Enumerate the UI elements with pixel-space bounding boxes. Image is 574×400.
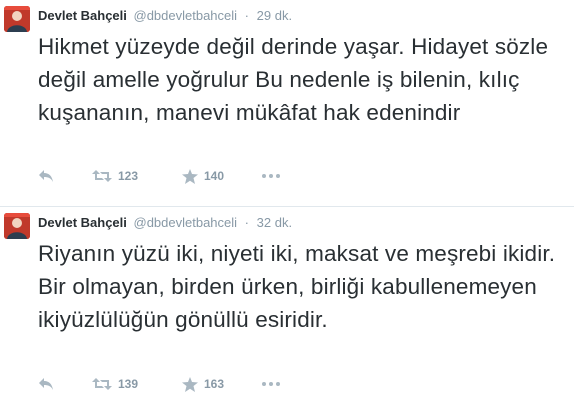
separator: · xyxy=(244,215,250,230)
tweet-header: Devlet Bahçeli @dbdevletbahceli · 32 dk. xyxy=(38,215,292,231)
author-handle[interactable]: @dbdevletbahceli xyxy=(134,8,238,23)
star-icon xyxy=(182,376,198,392)
retweet-icon xyxy=(92,377,112,391)
reply-button[interactable] xyxy=(38,166,54,186)
retweet-count: 123 xyxy=(118,169,139,183)
more-button[interactable] xyxy=(262,374,280,394)
timestamp[interactable]: 32 dk. xyxy=(257,215,292,230)
tweet-text: Riyanın yüzü iki, niyeti iki, maksat ve … xyxy=(38,241,556,332)
reply-icon xyxy=(38,169,54,183)
reply-button[interactable] xyxy=(38,374,54,394)
favorite-count: 140 xyxy=(204,169,225,183)
author-name[interactable]: Devlet Bahçeli xyxy=(38,8,127,23)
more-icon xyxy=(262,174,280,178)
favorite-button[interactable]: 140 xyxy=(182,166,224,186)
separator: · xyxy=(244,8,250,23)
timestamp[interactable]: 29 dk. xyxy=(257,8,292,23)
star-icon xyxy=(182,168,198,184)
tweet-header: Devlet Bahçeli @dbdevletbahceli · 29 dk. xyxy=(38,8,292,24)
reply-icon xyxy=(38,377,54,391)
retweet-icon xyxy=(92,169,112,183)
tweet-text: Hikmet yüzeyde değil derinde yaşar. Hida… xyxy=(38,34,549,125)
retweet-button[interactable]: 139 xyxy=(92,374,138,394)
author-name[interactable]: Devlet Bahçeli xyxy=(38,215,127,230)
more-icon xyxy=(262,382,280,386)
avatar[interactable] xyxy=(4,213,30,239)
favorite-count: 163 xyxy=(204,377,225,391)
more-button[interactable] xyxy=(262,166,280,186)
tweet[interactable]: Devlet Bahçeli @dbdevletbahceli · 32 dk.… xyxy=(0,207,574,400)
author-handle[interactable]: @dbdevletbahceli xyxy=(134,215,238,230)
tweet[interactable]: Devlet Bahçeli @dbdevletbahceli · 29 dk.… xyxy=(0,0,574,207)
retweet-button[interactable]: 123 xyxy=(92,166,138,186)
avatar[interactable] xyxy=(4,6,30,32)
favorite-button[interactable]: 163 xyxy=(182,374,224,394)
tweet-actions: 139 163 xyxy=(38,374,338,394)
tweet-actions: 123 140 xyxy=(38,166,338,186)
retweet-count: 139 xyxy=(118,377,139,391)
